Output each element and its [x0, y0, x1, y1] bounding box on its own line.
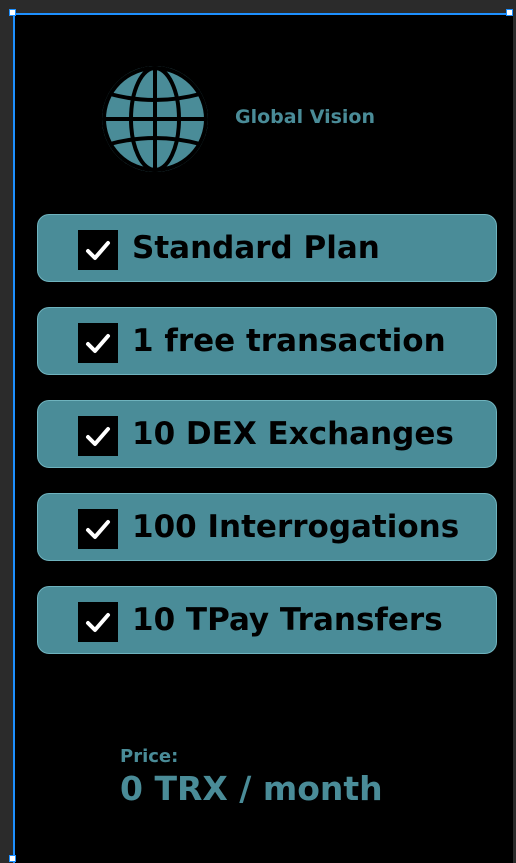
feature-item-dex-exchanges[interactable]: 10 DEX Exchanges — [37, 400, 497, 468]
feature-item-tpay-transfers[interactable]: 10 TPay Transfers — [37, 586, 497, 654]
feature-item-free-transaction[interactable]: 1 free transaction — [37, 307, 497, 375]
resize-handle-top-right[interactable] — [506, 9, 513, 16]
feature-item-standard-plan[interactable]: Standard Plan — [37, 214, 497, 282]
checkbox-checked-icon[interactable] — [78, 602, 118, 642]
checkbox-checked-icon[interactable] — [78, 323, 118, 363]
feature-label: 10 DEX Exchanges — [132, 416, 454, 452]
feature-label: 1 free transaction — [132, 323, 446, 359]
checkbox-checked-icon[interactable] — [78, 230, 118, 270]
price-label: Price: — [120, 746, 179, 767]
pricing-card-frame[interactable]: Global Vision Standard Plan 1 free trans… — [13, 13, 513, 863]
feature-label: 100 Interrogations — [132, 509, 460, 545]
feature-item-interrogations[interactable]: 100 Interrogations — [37, 493, 497, 561]
brand-name: Global Vision — [235, 106, 375, 128]
feature-list: Standard Plan 1 free transaction 10 DEX … — [37, 214, 497, 679]
design-canvas: Global Vision Standard Plan 1 free trans… — [0, 0, 516, 863]
resize-handle-top-left[interactable] — [9, 9, 16, 16]
feature-label: Standard Plan — [132, 230, 380, 266]
checkbox-checked-icon[interactable] — [78, 416, 118, 456]
price-value: 0 TRX / month — [120, 769, 383, 808]
resize-handle-bottom-left[interactable] — [9, 855, 16, 862]
globe-icon — [100, 64, 210, 174]
feature-label: 10 TPay Transfers — [132, 602, 443, 638]
checkbox-checked-icon[interactable] — [78, 509, 118, 549]
